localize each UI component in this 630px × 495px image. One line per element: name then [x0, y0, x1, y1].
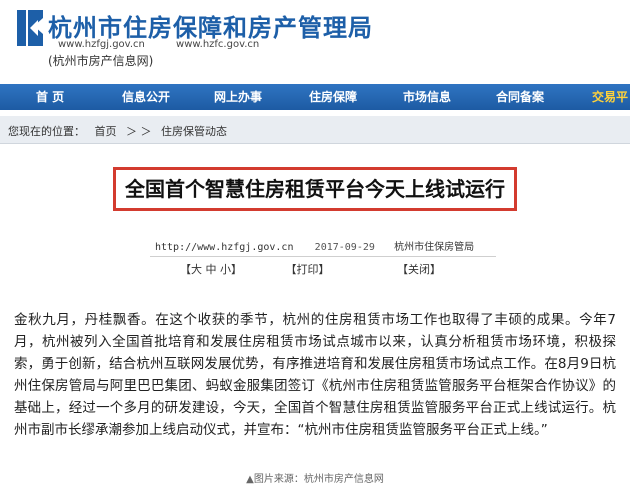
main-nav: 首 页 信息公开 网上办事 住房保障 市场信息 合同备案 交易平	[0, 84, 630, 110]
breadcrumb-separator: ＞ ＞	[126, 125, 152, 138]
breadcrumb: 您现在的位置： 首页 ＞ ＞ 住房保管动态	[0, 116, 630, 144]
article-body: 金秋九月，丹桂飘香。在这个收获的季节，杭州的住房租赁市场工作也取得了丰硕的成果。…	[14, 312, 616, 438]
image-caption: ▲图片来源：杭州市房产信息网	[246, 474, 384, 485]
article-source-url: http://www.hzfgj.gov.cn	[155, 242, 294, 253]
article-title: 全国首个智慧住房租赁平台今天上线试运行	[125, 177, 505, 201]
article-date: 2017-09-29	[314, 242, 375, 253]
breadcrumb-home[interactable]: 首页	[95, 125, 117, 138]
breadcrumb-current[interactable]: 住房保管动态	[161, 125, 227, 138]
site-subtitle: (杭州市房产信息网)	[48, 54, 154, 68]
site-urls: www.hzfgj.gov.cn www.hzfc.gov.cn	[58, 39, 287, 50]
housing-bureau-logo-icon	[17, 10, 43, 46]
site-header: 杭州市住房保障和房产管理局 www.hzfgj.gov.cn www.hzfc.…	[0, 0, 630, 84]
site-url-primary[interactable]: www.hzfgj.gov.cn	[58, 39, 145, 50]
article-tools: 【大 中 小】 【打印】 【关闭】	[180, 261, 447, 277]
nav-item-home[interactable]: 首 页	[36, 84, 64, 110]
breadcrumb-prefix: 您现在的位置：	[8, 125, 85, 138]
nav-item-info-public[interactable]: 信息公开	[122, 84, 170, 110]
site-url-secondary[interactable]: www.hzfc.gov.cn	[176, 39, 259, 50]
nav-item-contract-filing[interactable]: 合同备案	[496, 84, 544, 110]
article-source: 杭州市住保房管局	[394, 242, 475, 253]
meta-divider	[150, 256, 496, 257]
close-button[interactable]: 【关闭】	[397, 263, 441, 276]
nav-item-trading-platform[interactable]: 交易平	[592, 84, 628, 110]
nav-item-online-service[interactable]: 网上办事	[214, 84, 262, 110]
article-title-highlight: 全国首个智慧住房租赁平台今天上线试运行	[113, 167, 517, 211]
nav-item-housing-security[interactable]: 住房保障	[309, 84, 357, 110]
article-meta: http://www.hzfgj.gov.cn 2017-09-29 杭州市住保…	[155, 238, 474, 253]
site-title: 杭州市住房保障和房产管理局	[48, 14, 373, 42]
print-button[interactable]: 【打印】	[286, 263, 330, 276]
nav-item-market-info[interactable]: 市场信息	[403, 84, 451, 110]
font-size-selector[interactable]: 【大 中 小】	[180, 263, 242, 276]
